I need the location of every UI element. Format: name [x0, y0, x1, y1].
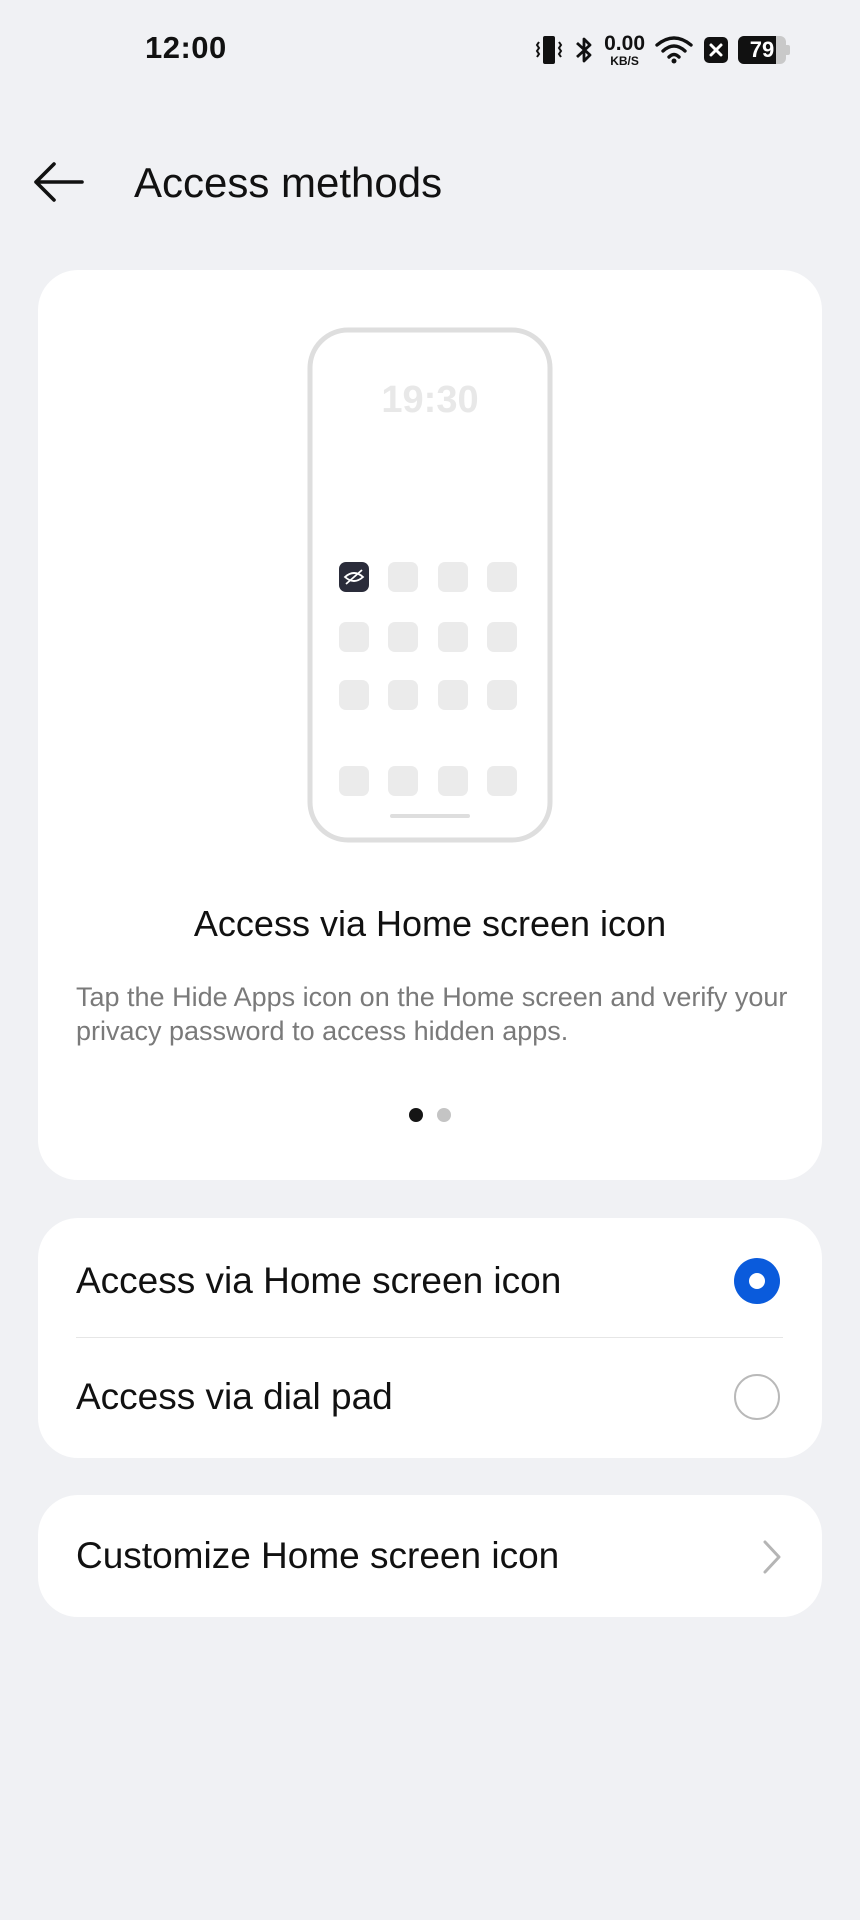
illustration-card[interactable]: 19:30 Access via Home screen icon Tap th… [38, 270, 822, 1180]
header: Access methods [0, 140, 860, 225]
arrow-left-icon [34, 162, 84, 202]
page-dot-1 [409, 1108, 423, 1122]
network-speed-unit: KB/S [610, 54, 639, 68]
illustration-title: Access via Home screen icon [193, 903, 667, 944]
option-home-screen-icon[interactable]: Access via Home screen icon [38, 1222, 822, 1338]
battery-icon: 79 [738, 36, 790, 64]
phone-illustration: 19:30 [307, 327, 553, 843]
vibrate-icon [534, 33, 564, 67]
option-dial-pad[interactable]: Access via dial pad [38, 1338, 822, 1454]
customize-home-screen-icon-row[interactable]: Customize Home screen icon [38, 1495, 822, 1617]
page-dot-2 [437, 1108, 451, 1122]
notification-x-icon [703, 36, 729, 64]
status-time: 12:00 [145, 30, 227, 65]
chevron-right-icon [763, 1540, 781, 1574]
option-label: Access via dial pad [76, 1376, 393, 1417]
network-speed: 0.00 KB/S [604, 33, 645, 67]
bluetooth-icon [573, 34, 595, 66]
wifi-icon [654, 35, 694, 65]
status-bar: 12:00 0.00 KB/S 79 [0, 0, 860, 100]
back-button[interactable] [30, 157, 100, 207]
phone-clock: 19:30 [381, 379, 478, 421]
page-title: Access methods [134, 159, 443, 206]
network-speed-value: 0.00 [604, 32, 645, 55]
radio-home-screen-icon[interactable] [734, 1258, 780, 1304]
access-methods-screen: 12:00 0.00 KB/S 79 Access methods 19:30 … [0, 0, 860, 1920]
battery-level: 79 [749, 37, 775, 62]
page-indicator [38, 1108, 822, 1122]
illustration-description: Tap the Hide Apps icon on the Home scree… [76, 982, 788, 1046]
home-indicator [390, 814, 470, 818]
customize-label: Customize Home screen icon [76, 1535, 560, 1576]
radio-dial-pad[interactable] [734, 1374, 780, 1420]
access-options-card: Access via Home screen icon Access via d… [38, 1218, 822, 1458]
option-label: Access via Home screen icon [76, 1260, 562, 1301]
status-icons: 0.00 KB/S 79 [534, 30, 790, 70]
hide-apps-icon [339, 562, 369, 592]
